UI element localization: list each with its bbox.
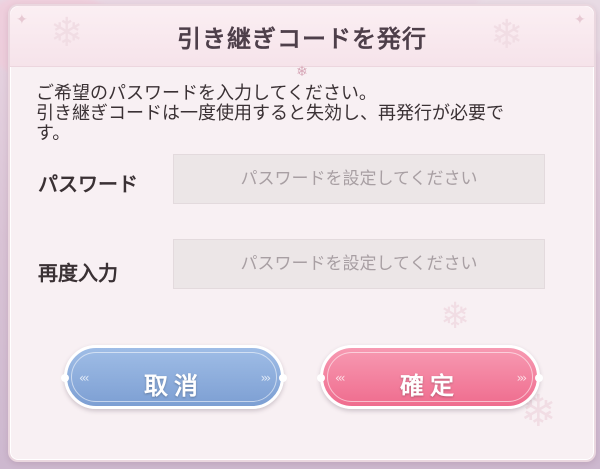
- chevron-right-icon: ›››: [516, 371, 528, 385]
- password-input[interactable]: [173, 154, 545, 204]
- chevron-right-icon: ›››: [260, 371, 272, 385]
- dialog-message: ご希望のパスワードを入力してください。 引き継ぎコードは一度使用すると失効し、再…: [36, 84, 576, 144]
- button-ornament-icon: [535, 374, 543, 382]
- confirm-button-label: 確定: [400, 372, 460, 400]
- confirm-password-label: 再度入力: [38, 261, 118, 285]
- message-line: ご希望のパスワードを入力してください。: [36, 83, 377, 104]
- confirm-password-input[interactable]: [173, 239, 545, 289]
- message-line: す。: [36, 123, 71, 144]
- transfer-code-dialog: ❄ ❄ 引き継ぎコードを発行 ✦ ✦ ❄ ご希望のパスワードを入力してください。…: [8, 4, 596, 462]
- password-label: パスワード: [38, 172, 138, 196]
- dialog-header: ❄ ❄ 引き継ぎコードを発行 ✦ ✦: [10, 6, 594, 67]
- confirm-button[interactable]: ‹‹‹ 確定 ›››: [317, 345, 543, 409]
- snowflake-icon: ❄: [440, 296, 471, 337]
- corner-ornament-icon: ✦: [574, 12, 586, 28]
- button-ornament-icon: [279, 374, 287, 382]
- corner-ornament-icon: ✦: [16, 12, 28, 28]
- cancel-button[interactable]: ‹‹‹ 取消 ›››: [61, 345, 287, 409]
- snowflake-divider-icon: ❄: [296, 64, 308, 80]
- dialog-title: 引き継ぎコードを発行: [177, 25, 427, 53]
- message-line: 引き継ぎコードは一度使用すると失効し、再発行が必要で: [36, 103, 504, 124]
- cancel-button-label: 取消: [144, 372, 204, 400]
